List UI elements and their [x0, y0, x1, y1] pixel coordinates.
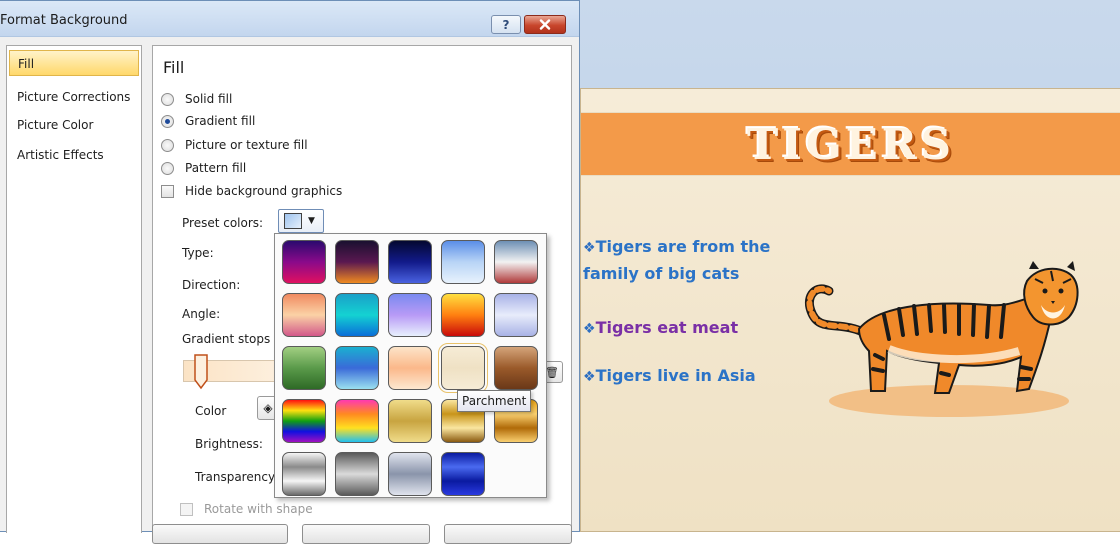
picture-fill-option[interactable]: Picture or texture fill: [161, 136, 308, 154]
category-nav: Fill Picture Corrections Picture Color A…: [6, 45, 142, 533]
gradient-swatch-preset-13[interactable]: [388, 346, 432, 390]
preset-colors-dropdown[interactable]: ▼: [278, 209, 324, 233]
gradient-swatch-preset-1[interactable]: [282, 240, 326, 284]
angle-label: Angle:: [182, 307, 221, 321]
pattern-fill-option[interactable]: Pattern fill: [161, 159, 246, 177]
hide-background-graphics-label: Hide background graphics: [185, 184, 343, 198]
hide-background-graphics-checkbox[interactable]: [161, 184, 174, 198]
rotate-with-shape-checkbox[interactable]: [180, 502, 193, 516]
hide-background-graphics-option[interactable]: Hide background graphics: [161, 182, 342, 200]
pattern-fill-radio[interactable]: [161, 161, 174, 175]
gradient-swatch-preset-3[interactable]: [388, 240, 432, 284]
gradient-swatch-preset-4[interactable]: [441, 240, 485, 284]
gradient-swatch-preset-21[interactable]: [282, 452, 326, 496]
nav-item-picture-color[interactable]: Picture Color: [9, 112, 139, 138]
brightness-label: Brightness:: [195, 437, 263, 451]
panel-heading: Fill: [163, 58, 185, 77]
preset-colors-label: Preset colors:: [182, 216, 264, 230]
help-icon: ?: [502, 17, 510, 32]
reset-background-button[interactable]: [152, 524, 288, 544]
bullet-mark-icon: ❖: [583, 369, 596, 385]
gradient-stop-handle[interactable]: [193, 354, 209, 390]
gradient-swatch-preset-18[interactable]: [388, 399, 432, 443]
gradient-swatch-preset-10[interactable]: [494, 293, 538, 337]
bullet-eat-meat[interactable]: ❖Tigers eat meat: [583, 315, 738, 342]
rotate-with-shape-option[interactable]: Rotate with shape: [180, 500, 313, 518]
nav-item-artistic-effects[interactable]: Artistic Effects: [9, 142, 139, 168]
pattern-fill-label: Pattern fill: [185, 161, 247, 175]
bullet-live-asia[interactable]: ❖Tigers live in Asia: [583, 363, 756, 390]
title-bar[interactable]: Format Background ?: [0, 1, 579, 37]
gradient-swatch-preset-9[interactable]: [441, 293, 485, 337]
gradient-swatch-preset-8[interactable]: [388, 293, 432, 337]
preset-colors-gallery: [274, 233, 547, 498]
gradient-fill-option[interactable]: Gradient fill: [161, 112, 255, 130]
slide-editing-area: TIGERS ❖Tigers are from the family of bi…: [572, 0, 1120, 532]
gradient-fill-radio[interactable]: [161, 114, 174, 128]
gradient-swatch-preset-2[interactable]: [335, 240, 379, 284]
bullet-text: Tigers eat meat: [595, 318, 739, 337]
picture-fill-label: Picture or texture fill: [185, 138, 308, 152]
gradient-swatch-preset-12[interactable]: [335, 346, 379, 390]
solid-fill-label: Solid fill: [185, 92, 233, 106]
type-label: Type:: [182, 246, 214, 260]
bullet-big-cats[interactable]: ❖Tigers are from the family of big cats: [583, 234, 793, 287]
close-dialog-button[interactable]: [302, 524, 430, 544]
gradient-swatch-preset-6[interactable]: [282, 293, 326, 337]
solid-fill-option[interactable]: Solid fill: [161, 90, 232, 108]
slide-title[interactable]: TIGERS: [581, 113, 1120, 175]
gradient-stops-label: Gradient stops: [182, 332, 271, 346]
gradient-swatch-preset-17[interactable]: [335, 399, 379, 443]
nav-item-fill[interactable]: Fill: [9, 50, 139, 76]
gradient-swatch-preset-23[interactable]: [388, 452, 432, 496]
paint-bucket-icon: ◈: [263, 401, 273, 415]
gradient-swatch-preset-22[interactable]: [335, 452, 379, 496]
preset-swatch-icon: [284, 213, 302, 229]
direction-label: Direction:: [182, 278, 241, 292]
help-button[interactable]: ?: [491, 15, 521, 34]
gradient-swatch-preset-11[interactable]: [282, 346, 326, 390]
rotate-with-shape-label: Rotate with shape: [204, 502, 313, 516]
trash-icon: 🗑: [545, 365, 559, 379]
title-band: TIGERS: [581, 112, 1120, 176]
bullet-mark-icon: ❖: [583, 321, 596, 337]
nav-item-picture-corrections[interactable]: Picture Corrections: [9, 84, 139, 110]
dropdown-arrow-icon: ▼: [308, 216, 315, 226]
gradient-swatch-preset-14[interactable]: [438, 343, 488, 393]
gradient-swatch-preset-16[interactable]: [282, 399, 326, 443]
gradient-swatch-preset-24[interactable]: [441, 452, 485, 496]
gradient-swatch-preset-15[interactable]: [494, 346, 538, 390]
apply-to-all-button[interactable]: [444, 524, 572, 544]
dialog-title: Format Background: [0, 13, 128, 28]
color-label: Color: [195, 404, 227, 418]
close-icon: [539, 19, 551, 30]
preset-tooltip: Parchment: [457, 390, 532, 412]
bullet-text: Tigers live in Asia: [595, 366, 756, 385]
bullet-mark-icon: ❖: [583, 240, 596, 256]
transparency-label: Transparency: [195, 470, 276, 484]
gradient-swatch-preset-7[interactable]: [335, 293, 379, 337]
gradient-swatch-preset-5[interactable]: [494, 240, 538, 284]
picture-fill-radio[interactable]: [161, 138, 174, 152]
solid-fill-radio[interactable]: [161, 92, 174, 106]
slide[interactable]: TIGERS ❖Tigers are from the family of bi…: [580, 88, 1120, 532]
close-button[interactable]: [524, 15, 566, 34]
bullet-text: Tigers are from the family of big cats: [583, 237, 771, 283]
tiger-clipart[interactable]: [789, 239, 1089, 429]
gradient-fill-label: Gradient fill: [185, 114, 256, 128]
